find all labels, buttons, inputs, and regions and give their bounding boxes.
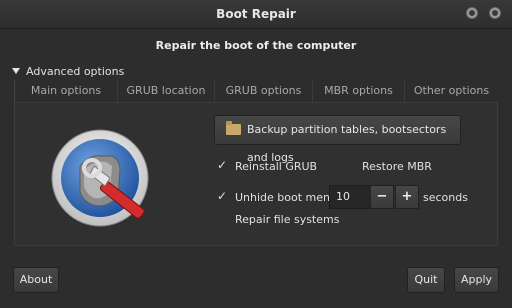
page-heading: Repair the boot of the computer (155, 39, 357, 52)
apply-button[interactable]: Apply (454, 267, 499, 293)
window-title: Boot Repair (216, 7, 296, 21)
boot-repair-window: Boot Repair Repair the boot of the compu… (0, 0, 512, 308)
backup-partition-tables-button[interactable]: Backup partition tables, bootsectors and… (214, 115, 461, 164)
close-button[interactable] (489, 7, 501, 19)
advanced-options-expander[interactable]: Advanced options (12, 65, 124, 79)
reinstall-grub-label: Reinstall GRUB (235, 160, 318, 173)
unhide-boot-menu-checkbox[interactable]: ✓ (217, 189, 227, 203)
tab-grub-location[interactable]: GRUB location (117, 80, 214, 102)
minimize-button[interactable] (466, 7, 478, 19)
quit-button[interactable]: Quit (407, 267, 445, 293)
tab-grub-options[interactable]: GRUB options (214, 80, 312, 102)
restore-mbr-option[interactable]: Restore MBR (362, 160, 432, 173)
increment-button[interactable]: + (395, 185, 419, 209)
options-tabs: Main options GRUB location GRUB options … (14, 80, 498, 102)
decrement-button[interactable]: − (370, 185, 394, 209)
tab-mbr-options[interactable]: MBR options (312, 80, 404, 102)
title-bar: Boot Repair (0, 0, 512, 29)
boot-repair-logo-icon (51, 129, 149, 227)
tab-main-options[interactable]: Main options (14, 80, 117, 102)
advanced-options-label: Advanced options (26, 65, 125, 78)
expander-triangle-icon (12, 68, 20, 74)
seconds-unit-label: seconds (423, 191, 468, 204)
reinstall-grub-checkbox[interactable]: ✓ (217, 158, 227, 172)
folder-icon (226, 121, 241, 135)
tab-other-options[interactable]: Other options (404, 80, 498, 102)
about-button[interactable]: About (13, 267, 59, 293)
unhide-boot-menu-label: Unhide boot menu : (235, 191, 345, 204)
boot-menu-seconds-input[interactable]: 10 (329, 185, 371, 209)
repair-file-systems-option[interactable]: Repair file systems (235, 213, 339, 226)
